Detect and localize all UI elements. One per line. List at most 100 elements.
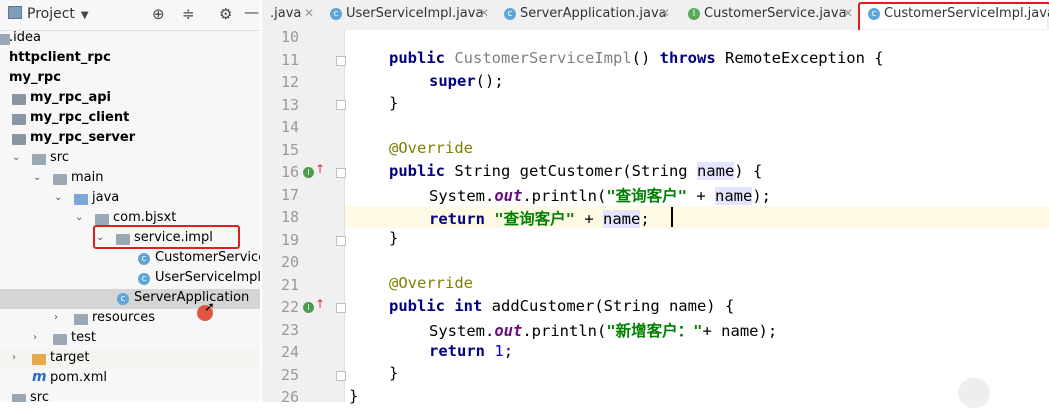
class-icon: c [504, 8, 516, 20]
code-line-17: System.out.println("查询客户" + name); [429, 187, 771, 205]
gear-icon[interactable]: ⚙ [219, 5, 232, 23]
class-icon: c [138, 273, 150, 285]
tree-item-my-rpc-server[interactable]: my_rpc_server [0, 129, 260, 149]
folder-icon [12, 394, 26, 402]
line-number: 13 [280, 96, 299, 114]
line-number: 26 [280, 388, 299, 406]
up-arrow-icon: ↑ [315, 162, 326, 176]
line-number: 19 [280, 231, 299, 249]
line-number: 15 [280, 141, 299, 159]
fold-marker-icon[interactable] [336, 303, 346, 313]
fold-marker-icon[interactable] [336, 236, 346, 246]
line-number: 20 [280, 253, 299, 271]
tree-item-user-service-impl[interactable]: c UserServiceImpl [0, 269, 260, 289]
tab-customer-service[interactable]: I CustomerService.java ✕ [682, 0, 857, 29]
chevron-right-icon[interactable]: › [12, 352, 16, 363]
chevron-down-icon[interactable]: ⌄ [54, 192, 62, 203]
tree-item-resources[interactable]: › resources [0, 309, 260, 329]
chevron-down-icon[interactable]: ⌄ [33, 172, 41, 183]
project-icon [8, 6, 22, 19]
tree-item-my-rpc-client[interactable]: my_rpc_client [0, 109, 260, 129]
mouse-pointer-icon: ➚ [204, 300, 215, 315]
class-icon: c [330, 8, 342, 20]
tree-item-target[interactable]: › target [0, 349, 260, 369]
tab-user-service-impl[interactable]: c UserServiceImpl.java ✕ [324, 0, 494, 29]
fold-marker-icon[interactable] [336, 56, 346, 66]
chevron-down-icon: ▼ [80, 10, 89, 21]
code-line-26: } [349, 387, 359, 405]
maven-icon: m [32, 369, 47, 385]
interface-icon: I [688, 8, 700, 20]
code-line-21: @Override [389, 274, 473, 292]
line-number: 17 [280, 186, 299, 204]
tree-item-httpclient-rpc[interactable]: httpclient_rpc [0, 49, 260, 69]
tree-item-server-application[interactable]: c ServerApplication [0, 289, 260, 309]
highlight-box [93, 225, 240, 249]
code-line-12: super(); [429, 72, 504, 90]
source-folder-icon [74, 194, 88, 205]
implements-method-icon[interactable]: I [303, 302, 314, 313]
hide-icon[interactable]: — [244, 3, 259, 21]
text-caret [671, 207, 673, 227]
code-line-23: System.out.println("新增客户："+ name); [429, 322, 778, 340]
chevron-right-icon[interactable]: › [33, 332, 37, 343]
line-number: 21 [280, 276, 299, 294]
module-icon [12, 94, 26, 105]
tree-item-idea[interactable]: .idea [0, 29, 260, 49]
module-icon [12, 114, 26, 125]
line-number: 22 [280, 298, 299, 316]
code-line-24: return 1; [429, 342, 514, 360]
code-line-18: return "查询客户" + name; [429, 210, 650, 228]
tree-item-my-rpc[interactable]: my_rpc [0, 69, 260, 89]
collapse-all-icon[interactable]: ≑ [182, 5, 195, 23]
tab-java[interactable]: .java ✕ [262, 0, 322, 29]
tree-item-customer-service-impl[interactable]: c CustomerServiceIm [0, 249, 260, 269]
close-icon[interactable]: ✕ [843, 6, 853, 20]
line-number: 25 [280, 366, 299, 384]
floating-widget [958, 378, 990, 408]
tree-item-main[interactable]: ⌄ main [0, 169, 260, 189]
fold-marker-icon[interactable] [336, 100, 346, 110]
code-line-19: } [389, 229, 399, 247]
tree-item-src[interactable]: ⌄ src [0, 149, 260, 169]
tree-item-java[interactable]: ⌄ java [0, 189, 260, 209]
class-icon: c [117, 293, 129, 305]
project-view-selector[interactable]: Project ▼ [8, 6, 89, 22]
class-icon: c [138, 253, 150, 265]
project-title: Project [27, 6, 75, 22]
chevron-right-icon[interactable]: › [54, 312, 58, 323]
locate-target-icon[interactable]: ⊕ [152, 5, 165, 23]
line-number: 24 [280, 343, 299, 361]
implements-method-icon[interactable]: I [303, 167, 314, 178]
project-header: Project ▼ ⊕ ≑ ⚙ — [0, 0, 260, 31]
line-number: 12 [280, 73, 299, 91]
fold-marker-icon[interactable] [336, 168, 346, 178]
close-icon[interactable]: ✕ [660, 6, 670, 20]
line-number: 14 [280, 118, 299, 136]
code-line-16: public String getCustomer(String name) { [389, 162, 763, 180]
target-folder-icon [32, 354, 46, 365]
line-number: 18 [280, 208, 299, 226]
code-line-15: @Override [389, 139, 473, 157]
tree-item-src-2[interactable]: src [0, 389, 260, 402]
line-number: 16 [280, 163, 299, 181]
close-icon[interactable]: ✕ [304, 6, 314, 20]
tree-item-test[interactable]: › test [0, 329, 260, 349]
chevron-down-icon[interactable]: ⌄ [75, 212, 83, 223]
tab-server-application[interactable]: c ServerApplication.java ✕ [500, 0, 675, 29]
code-line-11: public CustomerServiceImpl() throws Remo… [389, 49, 884, 67]
line-number: 10 [280, 28, 299, 46]
package-icon [95, 214, 109, 225]
folder-icon [53, 174, 67, 185]
module-icon [12, 134, 26, 145]
folder-icon [53, 334, 67, 345]
tree-item-pom-xml[interactable]: m pom.xml [0, 369, 260, 389]
code-line-22: public int addCustomer(String name) { [389, 297, 735, 315]
resources-folder-icon [74, 314, 88, 325]
close-icon[interactable]: ✕ [479, 6, 489, 20]
chevron-down-icon[interactable]: ⌄ [12, 152, 20, 163]
folder-icon [32, 154, 46, 165]
tree-item-my-rpc-api[interactable]: my_rpc_api [0, 89, 260, 109]
fold-marker-icon[interactable] [336, 371, 346, 381]
code-line-25: } [389, 364, 399, 382]
